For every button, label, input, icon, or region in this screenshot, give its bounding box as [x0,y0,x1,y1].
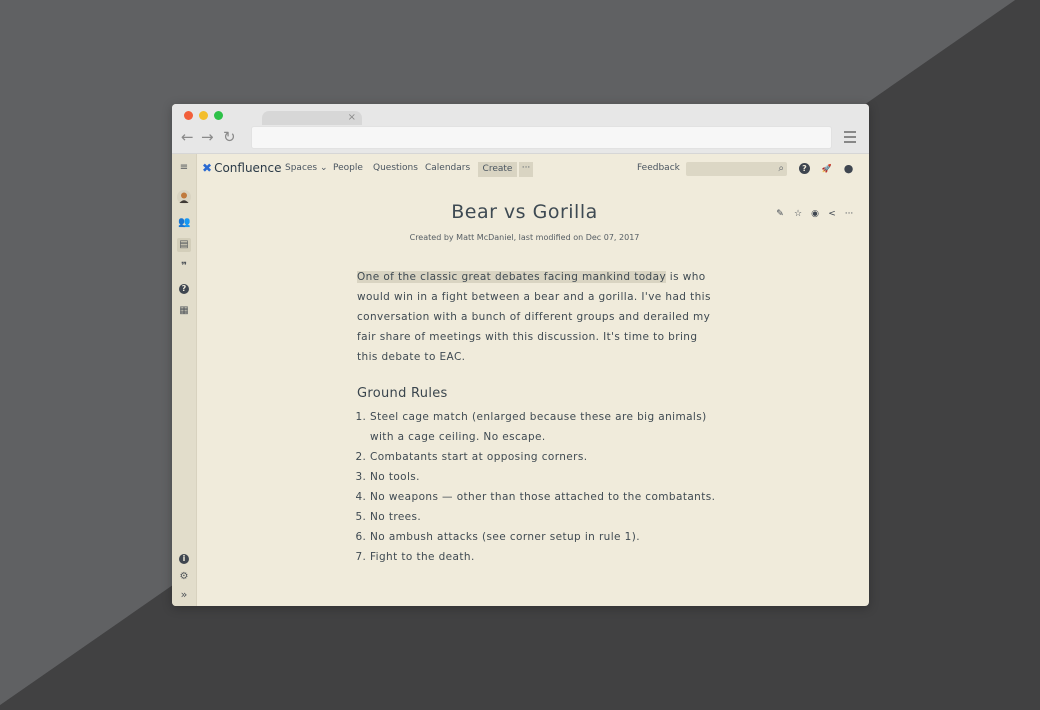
people-icon[interactable]: 👥 [178,217,190,229]
intro-text: is who would win in a fight between a be… [357,271,711,363]
share-icon[interactable]: < [826,209,838,219]
nav-people[interactable]: People [333,163,363,173]
list-item: Fight to the death. [370,547,717,567]
profile-icon[interactable]: ● [843,163,854,174]
list-item: No trees. [370,507,717,527]
logo-text: Confluence [214,161,282,175]
nav-calendars[interactable]: Calendars [425,163,470,173]
browser-tab[interactable]: × [262,111,362,125]
close-window-button[interactable] [184,111,193,120]
confluence-logo[interactable]: ✖ Confluence [202,161,282,175]
highlighted-text: One of the classic great debates facing … [357,271,667,283]
section-heading: Ground Rules [357,386,448,401]
browser-window: × ← → ↻ ≡ 👥 ▤ ❞ ? ▦ i ⚙ » ✖ Confluence Sp… [172,104,869,606]
nav-questions[interactable]: Questions [373,163,418,173]
nav-spaces[interactable]: Spaces ⌄ [285,163,328,173]
star-icon[interactable]: ☆ [792,209,804,219]
feedback-link[interactable]: Feedback [637,163,680,173]
address-bar[interactable] [251,126,832,149]
calendar-icon[interactable]: ▦ [178,305,190,317]
menu-icon[interactable]: ≡ [178,162,190,174]
tab-close-icon[interactable]: × [348,111,356,125]
browser-menu-icon[interactable] [844,131,856,146]
expand-icon[interactable]: » [178,589,190,601]
notifications-icon[interactable]: 🚀 [821,163,832,174]
question-icon[interactable]: ? [179,284,189,294]
edit-icon[interactable]: ✎ [774,209,786,219]
page-content: One of the classic great debates facing … [357,267,717,567]
list-item: Steel cage match (enlarged because these… [370,407,717,447]
back-arrow-icon[interactable]: ← [181,129,194,145]
quote-icon[interactable]: ❞ [178,261,190,273]
settings-icon[interactable]: ⚙ [178,571,190,583]
confluence-logo-icon: ✖ [202,161,213,175]
reload-icon[interactable]: ↻ [223,129,236,145]
intro-paragraph: One of the classic great debates facing … [357,267,717,367]
rules-list: Steel cage match (enlarged because these… [357,407,717,567]
browser-chrome: × ← → ↻ [172,104,869,154]
pages-icon[interactable]: ▤ [177,238,191,252]
list-item: No tools. [370,467,717,487]
info-icon[interactable]: i [179,554,189,564]
list-item: No ambush attacks (see corner setup in r… [370,527,717,547]
page-byline: Created by Matt McDaniel, last modified … [409,233,640,242]
forward-arrow-icon[interactable]: → [201,129,214,145]
watch-icon[interactable]: ◉ [809,209,821,219]
create-more-button[interactable]: ··· [519,162,533,177]
sidebar: ≡ 👥 ▤ ❞ ? ▦ i ⚙ » [172,154,197,606]
more-actions-icon[interactable]: ··· [843,209,855,219]
list-item: No weapons — other than those attached t… [370,487,717,507]
search-icon[interactable]: ⌕ [778,162,784,176]
minimize-window-button[interactable] [199,111,208,120]
top-navigation: ✖ Confluence Spaces ⌄ People Questions Ca… [200,154,869,184]
maximize-window-button[interactable] [214,111,223,120]
list-item: Combatants start at opposing corners. [370,447,717,467]
help-icon[interactable]: ? [799,163,810,174]
avatar[interactable] [177,190,191,204]
search-input[interactable]: ⌕ [686,162,787,176]
page-title: Bear vs Gorilla [451,201,598,223]
create-button[interactable]: Create [478,162,517,177]
